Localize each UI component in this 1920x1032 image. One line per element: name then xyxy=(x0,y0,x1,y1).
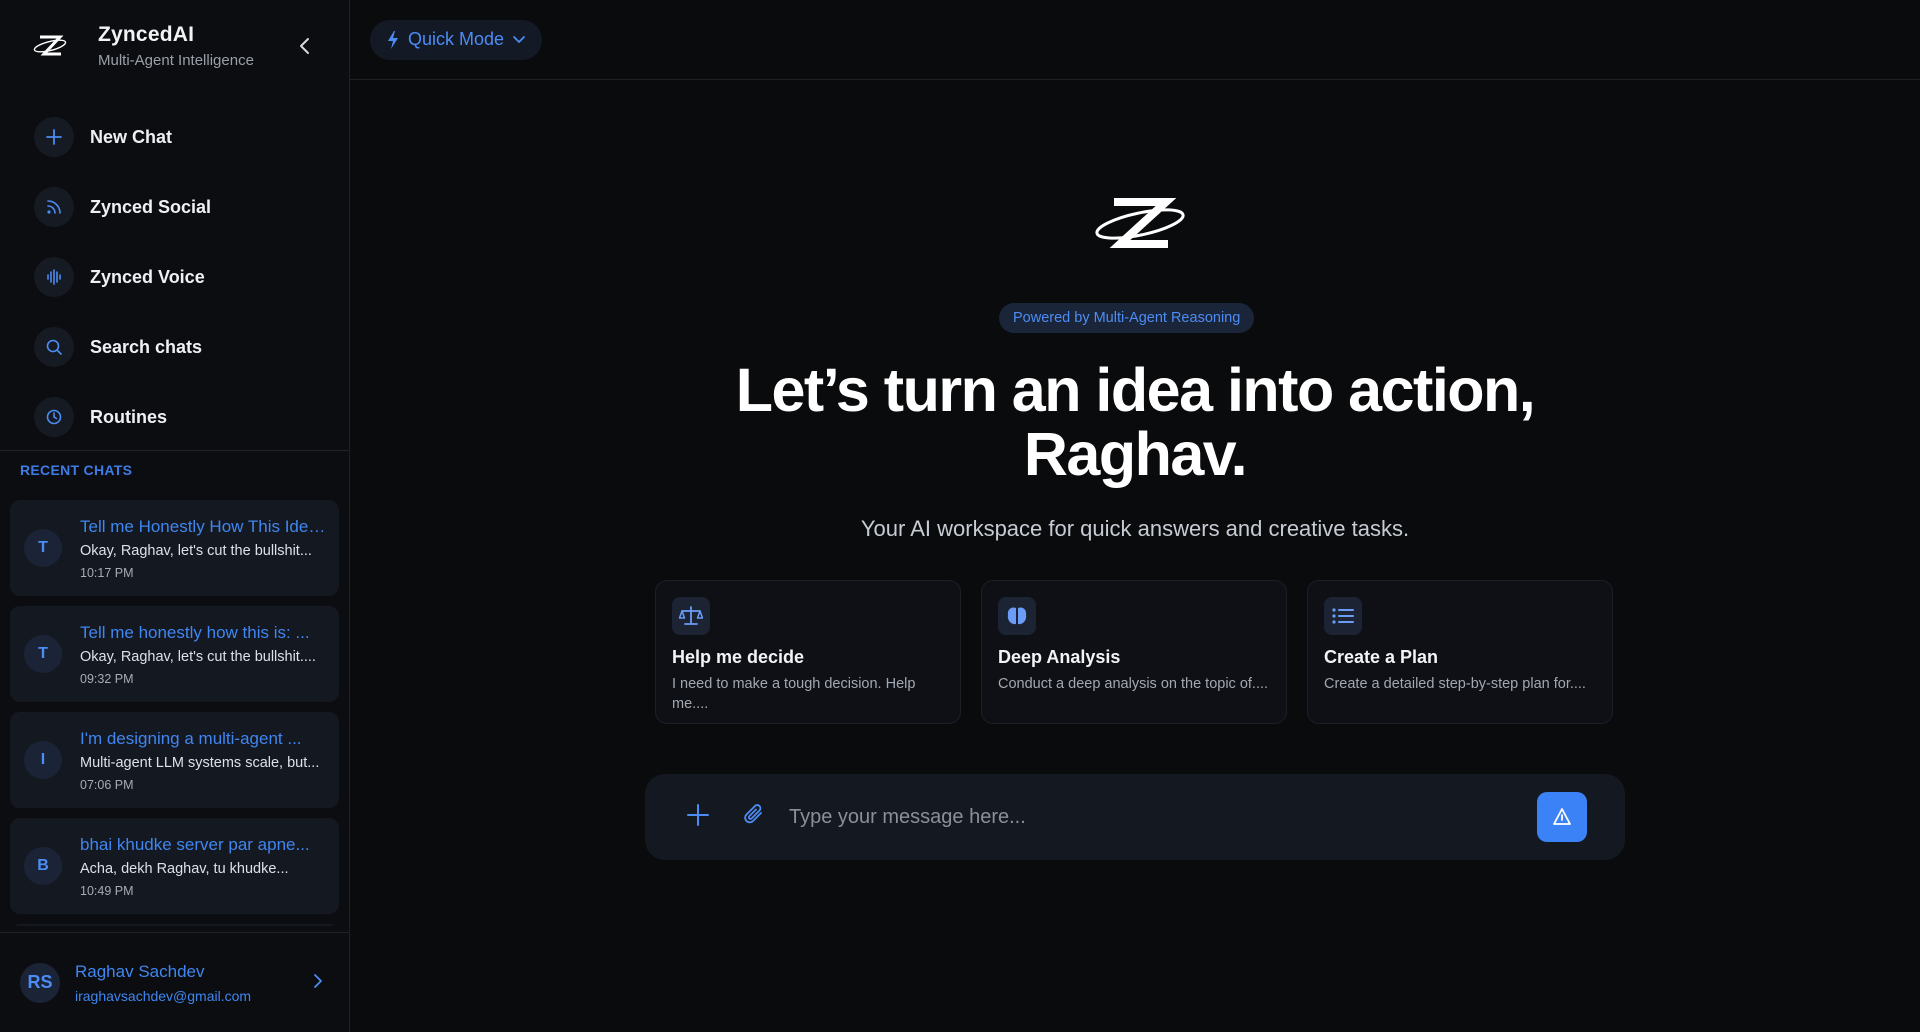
nav-label: Routines xyxy=(90,406,168,427)
user-name: Raghav Sachdev xyxy=(75,961,205,981)
brand-name: ZyncedAI xyxy=(98,23,195,46)
list-icon xyxy=(1324,597,1362,635)
brand-header: ZyncedAI Multi-Agent Intelligence xyxy=(0,0,349,92)
recent-chat-item[interactable]: T Tell me honestly how this is: ... Okay… xyxy=(10,606,339,702)
chevron-right-icon xyxy=(313,973,323,994)
chat-preview: Acha, dekh Raghav, tu khudke... xyxy=(80,860,289,877)
avatar: RS xyxy=(20,962,60,1003)
sidebar: ZyncedAI Multi-Agent Intelligence New Ch… xyxy=(0,0,350,1032)
collapse-sidebar-button[interactable] xyxy=(291,32,319,60)
chat-title: bhai khudke server par apne... xyxy=(80,834,310,854)
main-area: Quick Mode Powered by Multi-Agent Reason… xyxy=(350,0,1920,1032)
voice-wave-icon xyxy=(34,257,74,297)
chevron-down-icon xyxy=(513,35,525,43)
user-info: Raghav Sachdev iraghavsachdev@gmail.com xyxy=(75,962,251,1004)
chat-avatar: I xyxy=(24,741,62,779)
search-icon xyxy=(34,327,74,367)
nav-label: Search chats xyxy=(90,336,203,357)
recent-chat-item[interactable]: I I'm designing a multi-agent ... Multi-… xyxy=(10,712,339,808)
card-description: Create a detailed step-by-step plan for.… xyxy=(1324,676,1586,692)
mode-selector-button[interactable]: Quick Mode xyxy=(370,19,543,60)
sidebar-divider xyxy=(0,450,349,451)
attach-button[interactable] xyxy=(741,802,767,833)
chevron-left-icon xyxy=(300,38,309,54)
nav-item-new-chat[interactable]: New Chat xyxy=(0,102,349,172)
user-email: iraghavsachdev@gmail.com xyxy=(75,987,252,1004)
plus-icon xyxy=(34,117,74,157)
clock-icon xyxy=(34,397,74,437)
user-profile-button[interactable]: RS Raghav Sachdev iraghavsachdev@gmail.c… xyxy=(0,932,349,1032)
chat-preview: Multi-agent LLM systems scale, but... xyxy=(80,754,320,771)
nav-item-zynced-voice[interactable]: Zynced Voice xyxy=(0,242,349,312)
suggestion-cards: Help me decide I need to make a tough de… xyxy=(655,580,1613,724)
powered-by-badge: Powered by Multi-Agent Reasoning xyxy=(999,303,1255,333)
recent-chats-list[interactable]: T Tell me Honestly How This Idea... Okay… xyxy=(10,500,339,926)
headline-line-1: Let’s turn an idea into action, xyxy=(735,356,1536,424)
welcome-headline: Let’s turn an idea into action, Raghav. xyxy=(350,358,1920,486)
suggestion-card-help-me-decide[interactable]: Help me decide I need to make a tough de… xyxy=(655,580,961,724)
chat-text: Tell me honestly how this is: ... Okay, … xyxy=(80,623,326,686)
card-title: Deep Analysis xyxy=(998,647,1121,667)
nav-item-zynced-social[interactable]: Zynced Social xyxy=(0,172,349,242)
nav-label: Zynced Social xyxy=(90,196,212,217)
nav-item-routines[interactable]: Routines xyxy=(0,382,349,452)
add-button[interactable] xyxy=(685,802,711,833)
message-composer xyxy=(645,774,1625,860)
recent-chat-item[interactable]: T Tell me Honestly How This Idea... Okay… xyxy=(10,500,339,596)
brain-icon xyxy=(998,597,1036,635)
chat-title: I'm designing a multi-agent ... xyxy=(80,728,302,748)
plus-icon xyxy=(687,803,709,826)
paperclip-icon xyxy=(744,803,762,823)
card-description: I need to make a tough decision. Help me… xyxy=(672,676,916,712)
brand-subtitle: Multi-Agent Intelligence xyxy=(98,52,254,69)
headline-line-2: Raghav. xyxy=(1023,420,1248,488)
send-icon xyxy=(1553,808,1571,825)
chat-avatar: B xyxy=(24,847,62,885)
recent-chats-heading: RECENT CHATS xyxy=(20,462,133,478)
chat-time: 10:17 PM xyxy=(80,565,134,580)
chat-title: Tell me Honestly How This Idea... xyxy=(80,516,326,536)
message-input[interactable] xyxy=(789,797,1537,837)
chat-title: Tell me honestly how this is: ... xyxy=(80,622,310,642)
zynced-logo-icon xyxy=(28,24,72,68)
card-description: Conduct a deep analysis on the topic of.… xyxy=(998,676,1269,692)
chat-text: bhai khudke server par apne... Acha, dek… xyxy=(80,835,326,898)
chat-time: 07:06 PM xyxy=(80,777,134,792)
nav-label: Zynced Voice xyxy=(90,266,205,287)
nav-item-search-chats[interactable]: Search chats xyxy=(0,312,349,382)
welcome-subtitle: Your AI workspace for quick answers and … xyxy=(860,516,1410,541)
recent-chat-item[interactable]: B bhai khudke server par apne... Acha, d… xyxy=(10,818,339,914)
suggestion-card-deep-analysis[interactable]: Deep Analysis Conduct a deep analysis on… xyxy=(981,580,1287,724)
chat-text: Tell me Honestly How This Idea... Okay, … xyxy=(80,517,326,580)
chat-time: 09:32 PM xyxy=(80,671,134,686)
zynced-hero-logo-icon xyxy=(1090,190,1190,260)
topbar: Quick Mode xyxy=(350,0,1920,80)
card-title: Help me decide xyxy=(672,647,805,667)
chat-avatar: T xyxy=(24,635,62,673)
chat-text: I'm designing a multi-agent ... Multi-ag… xyxy=(80,729,326,792)
lightning-icon xyxy=(388,30,398,49)
suggestion-card-create-a-plan[interactable]: Create a Plan Create a detailed step-by-… xyxy=(1307,580,1613,724)
chat-avatar: T xyxy=(24,529,62,567)
scale-icon xyxy=(672,597,710,635)
rss-icon xyxy=(34,187,74,227)
app-root: ZyncedAI Multi-Agent Intelligence New Ch… xyxy=(0,0,1920,1032)
mode-label: Quick Mode xyxy=(408,29,505,49)
chat-preview: Okay, Raghav, let's cut the bullshit... xyxy=(80,542,312,559)
brand-text: ZyncedAI Multi-Agent Intelligence xyxy=(98,23,254,69)
chat-preview: Okay, Raghav, let's cut the bullshit.... xyxy=(80,648,316,665)
chat-time: 10:49 PM xyxy=(80,883,134,898)
recent-chat-item-partial[interactable] xyxy=(10,924,339,926)
card-title: Create a Plan xyxy=(1324,647,1439,667)
send-button[interactable] xyxy=(1537,792,1587,842)
sidebar-nav: New Chat Zynced Social Zynced Voice Sear… xyxy=(0,92,349,452)
nav-label: New Chat xyxy=(90,126,173,147)
